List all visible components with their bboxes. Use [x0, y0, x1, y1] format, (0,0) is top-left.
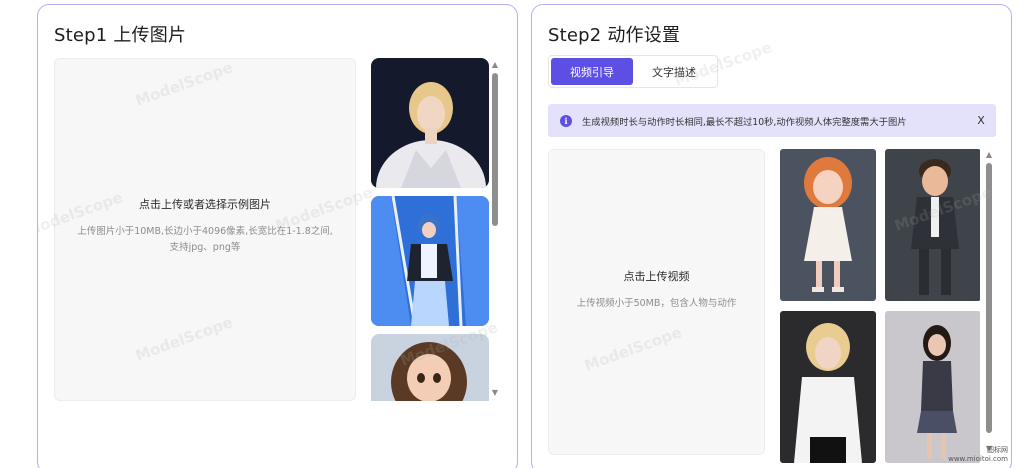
tab-video-guide[interactable]: 视频引导	[551, 58, 633, 85]
example-image-list	[371, 58, 491, 401]
example-image-2[interactable]	[371, 196, 489, 326]
scroll-up-icon[interactable]: ▲	[985, 151, 993, 159]
tab-text-description[interactable]: 文字描述	[633, 58, 715, 85]
video-upload-hint: 上传视频小于50MB，包含人物与动作	[576, 298, 737, 309]
video-example-scrollbar[interactable]: ▲ ▼	[985, 151, 993, 457]
step1-panel: Step1 上传图片 点击上传或者选择示例图片 上传图片小于10MB,长边小于4…	[37, 4, 518, 468]
step1-title: Step1 上传图片	[54, 25, 187, 46]
example-video-1[interactable]	[780, 149, 876, 301]
image-upload-hint: 上传图片小于10MB,长边小于4096像素,长宽比在1-1.8之间,支持jpg、…	[77, 226, 333, 253]
info-notice: i 生成视频时长与动作时长相同,最长不超过10秒,动作视频人体完整度需大于图片 …	[548, 104, 996, 137]
step2-title: Step2 动作设置	[548, 25, 681, 46]
scroll-down-icon[interactable]: ▼	[491, 389, 499, 397]
image-upload-label: 点击上传或者选择示例图片	[139, 198, 271, 211]
example-video-4[interactable]	[885, 311, 980, 463]
example-video-3[interactable]	[780, 311, 876, 463]
notice-text: 生成视频时长与动作时长相同,最长不超过10秒,动作视频人体完整度需大于图片	[582, 116, 907, 128]
step2-panel: Step2 动作设置 视频引导 文字描述 i 生成视频时长与动作时长相同,最长不…	[531, 4, 1012, 468]
example-scrollbar[interactable]: ▲ ▼	[491, 61, 499, 401]
example-video-list	[780, 149, 980, 468]
scroll-up-icon[interactable]: ▲	[491, 61, 499, 69]
example-video-2[interactable]	[885, 149, 980, 301]
info-icon: i	[560, 114, 572, 127]
site-logo: 图标网 www.mioitoi.com	[948, 446, 1008, 464]
site-logo-url: www.mioitoi.com	[948, 455, 1008, 463]
example-image-1[interactable]	[371, 58, 489, 188]
video-upload-area[interactable]: 点击上传视频 上传视频小于50MB，包含人物与动作	[548, 149, 765, 455]
close-icon[interactable]: X	[966, 114, 996, 127]
scrollbar-thumb[interactable]	[492, 73, 498, 226]
scrollbar-thumb[interactable]	[986, 163, 992, 433]
video-upload-label: 点击上传视频	[623, 270, 690, 283]
example-image-3[interactable]	[371, 334, 489, 401]
site-logo-name: 图标网	[987, 446, 1008, 454]
image-upload-area[interactable]: 点击上传或者选择示例图片 上传图片小于10MB,长边小于4096像素,长宽比在1…	[54, 58, 356, 401]
motion-mode-tabs: 视频引导 文字描述	[548, 55, 718, 88]
